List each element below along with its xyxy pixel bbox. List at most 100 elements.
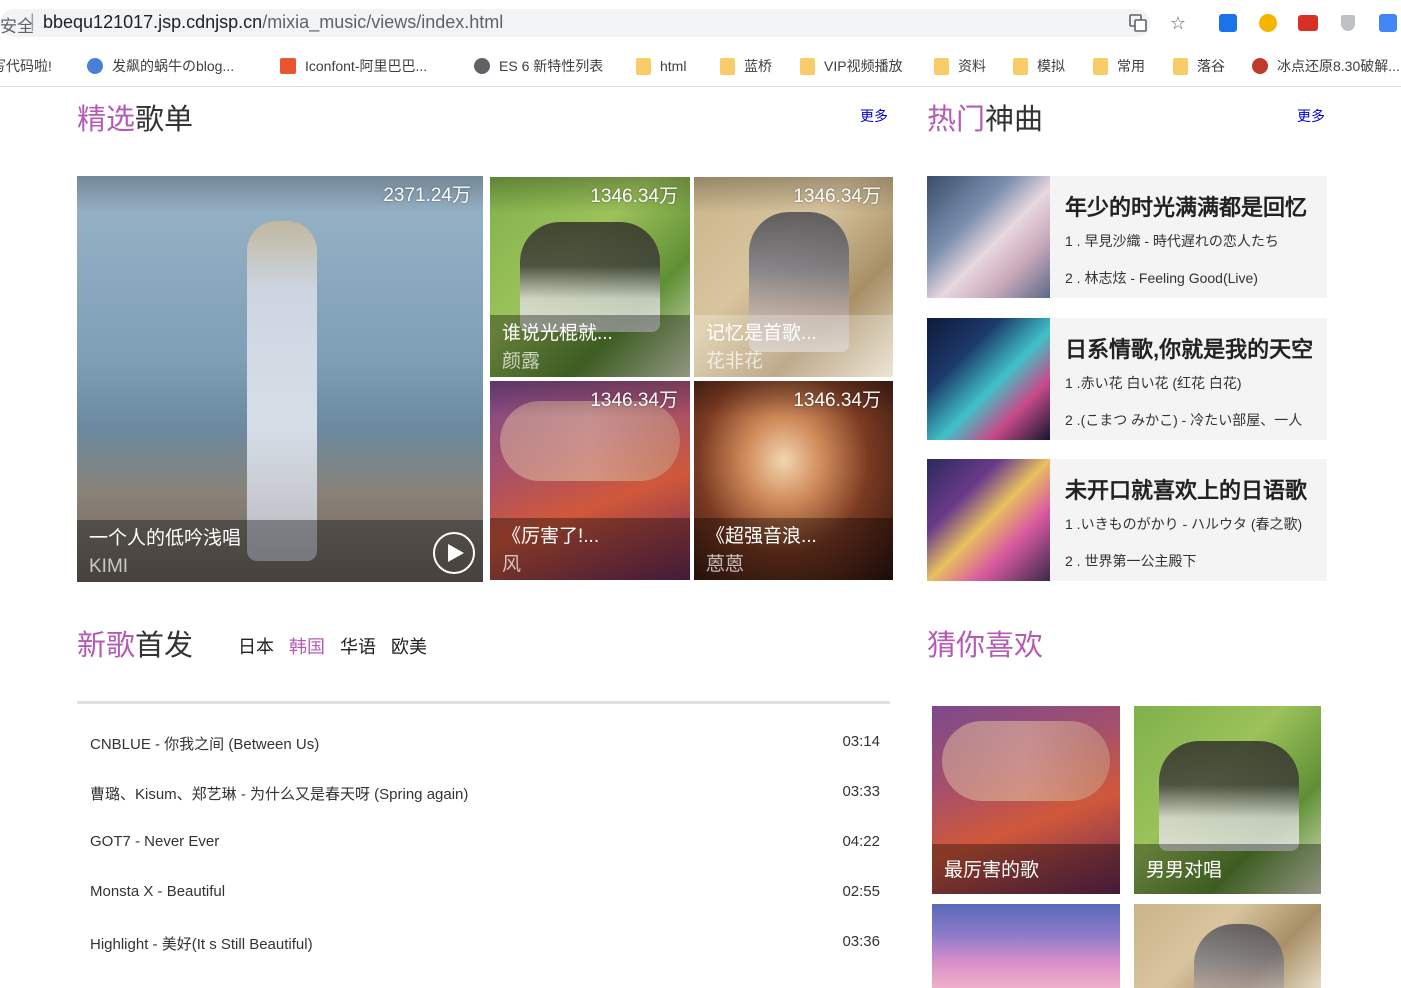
featured-more-link[interactable]: 更多 bbox=[860, 106, 888, 126]
song-duration: 02:55 bbox=[842, 883, 880, 900]
featured-tile[interactable]: 1346.34万 《厉害了!... 风 bbox=[490, 381, 690, 580]
bookmark-item[interactable]: 冰点还原8.30破解... bbox=[1252, 56, 1400, 76]
hot-item-song[interactable]: 2 . 林志炫 - Feeling Good(Live) bbox=[1065, 268, 1258, 288]
newsongs-title: 新歌首发 bbox=[77, 630, 194, 662]
song-row[interactable]: Monsta X - Beautiful 02:55 bbox=[77, 883, 890, 933]
song-duration: 04:22 bbox=[842, 833, 880, 850]
hot-list-item[interactable]: 未开口就喜欢上的日语歌 1 .いきものがかり - ハルウタ (春之歌) 2 . … bbox=[927, 459, 1327, 581]
bookmark-folder[interactable]: VIP视频播放 bbox=[800, 56, 903, 76]
hot-title: 热门神曲 bbox=[927, 104, 1044, 136]
bookmark-folder[interactable]: html bbox=[636, 56, 686, 76]
featured-tile[interactable]: 1346.34万 记忆是首歌... 花非花 bbox=[694, 177, 893, 377]
bookmark-folder[interactable]: 常用 bbox=[1093, 56, 1145, 76]
song-title: CNBLUE - 你我之间 (Between Us) bbox=[90, 736, 320, 753]
site-icon bbox=[1252, 58, 1268, 74]
play-count: 1346.34万 bbox=[793, 186, 881, 207]
security-label: 安全 bbox=[0, 17, 34, 36]
recommend-cover bbox=[932, 904, 1120, 988]
url-separator: | bbox=[30, 11, 35, 31]
song-row[interactable]: Highlight - 美好(It s Still Beautiful) 03:3… bbox=[77, 933, 890, 983]
extension-shield-icon[interactable] bbox=[1337, 12, 1359, 34]
tab-western[interactable]: 欧美 bbox=[391, 637, 427, 657]
featured-tile[interactable]: 1346.34万 《超强音浪... 蒽蒽 bbox=[694, 381, 893, 580]
translate-icon[interactable] bbox=[1127, 12, 1149, 34]
hot-item-title: 未开口就喜欢上的日语歌 bbox=[1065, 478, 1308, 503]
playlist-name: 《超强音浪... bbox=[706, 526, 817, 547]
hot-thumbnail bbox=[927, 459, 1050, 581]
song-row[interactable]: GOT7 - Never Ever 04:22 bbox=[77, 833, 890, 883]
bookmark-item[interactable]: ES 6 新特性列表 bbox=[474, 56, 603, 76]
featured-main-tile[interactable]: 2371.24万 一个人的低吟浅唱 KIMI bbox=[77, 176, 483, 582]
hot-item-song[interactable]: 1 . 早見沙織 - 時代遅れの恋人たち bbox=[1065, 231, 1279, 251]
playlist-name: 记忆是首歌... bbox=[706, 323, 817, 344]
photo-figure bbox=[247, 221, 317, 561]
hot-thumbnail bbox=[927, 176, 1050, 298]
song-duration: 03:36 bbox=[842, 933, 880, 950]
bookmark-item[interactable]: Iconfont-阿里巴巴... bbox=[280, 56, 427, 76]
hot-item-title: 年少的时光满满都是回忆 bbox=[1065, 195, 1308, 220]
hot-item-song[interactable]: 1 .赤い花 白い花 (红花 白花) bbox=[1065, 373, 1242, 393]
extension-dots-icon[interactable] bbox=[1297, 12, 1319, 34]
playlist-artist: 蒽蒽 bbox=[706, 554, 745, 575]
recommend-name: 最厉害的歌 bbox=[944, 860, 1040, 881]
play-count: 1346.34万 bbox=[590, 186, 678, 207]
recommend-tile[interactable] bbox=[1134, 904, 1321, 988]
song-row[interactable]: CNBLUE - 你我之间 (Between Us) 03:14 bbox=[77, 733, 890, 783]
song-title: Highlight - 美好(It s Still Beautiful) bbox=[90, 936, 313, 953]
recommend-name: 男男对唱 bbox=[1146, 860, 1223, 881]
hot-item-title: 日系情歌,你就是我的天空 bbox=[1065, 337, 1314, 362]
bookmark-item[interactable]: 写代码啦! bbox=[0, 56, 52, 76]
playlist-artist: KIMI bbox=[89, 556, 129, 577]
bookmark-folder[interactable]: 蓝桥 bbox=[720, 56, 772, 76]
playlist-artist: 花非花 bbox=[706, 351, 764, 372]
playlist-name: 谁说光棍就... bbox=[502, 323, 613, 344]
hot-item-song[interactable]: 2 . 世界第一公主殿下 bbox=[1065, 551, 1196, 571]
tab-japan[interactable]: 日本 bbox=[238, 637, 274, 657]
playlist-artist: 颜露 bbox=[502, 351, 541, 372]
tab-chinese[interactable]: 华语 bbox=[340, 637, 376, 657]
hot-list-item[interactable]: 年少的时光满满都是回忆 1 . 早見沙織 - 時代遅れの恋人たち 2 . 林志炫… bbox=[927, 176, 1327, 298]
folder-icon bbox=[934, 57, 949, 75]
extension-download-icon[interactable] bbox=[1217, 12, 1239, 34]
hot-list-item[interactable]: 日系情歌,你就是我的天空 1 .赤い花 白い花 (红花 白花) 2 .(こまつ … bbox=[927, 318, 1327, 440]
bookmark-folder[interactable]: 资料 bbox=[934, 56, 986, 76]
folder-icon bbox=[800, 57, 815, 75]
playlist-name: 一个人的低吟浅唱 bbox=[89, 528, 242, 549]
extension-translate-icon[interactable] bbox=[1377, 12, 1399, 34]
song-duration: 03:14 bbox=[842, 733, 880, 750]
song-title: 曹璐、Kisum、郑艺琳 - 为什么又是春天呀 (Spring again) bbox=[90, 786, 469, 803]
guess-title: 猜你喜欢 bbox=[927, 630, 1044, 662]
tab-korea[interactable]: 韩国 bbox=[289, 637, 325, 657]
recommend-tile[interactable] bbox=[932, 904, 1120, 988]
song-title: GOT7 - Never Ever bbox=[90, 833, 220, 850]
site-icon bbox=[87, 58, 103, 74]
play-count: 2371.24万 bbox=[383, 185, 471, 206]
folder-icon bbox=[1173, 57, 1188, 75]
song-row[interactable]: 曹璐、Kisum、郑艺琳 - 为什么又是春天呀 (Spring again) 03… bbox=[77, 783, 890, 833]
extension-loop-icon[interactable] bbox=[1257, 12, 1279, 34]
bookmarks-bar: 写代码啦! 发飙的蜗牛のblog... Iconfont-阿里巴巴... ES … bbox=[0, 46, 1401, 87]
play-icon[interactable] bbox=[433, 532, 475, 574]
bookmark-folder[interactable]: 落谷 bbox=[1173, 56, 1225, 76]
folder-icon bbox=[1013, 57, 1028, 75]
bookmark-folder[interactable]: 模拟 bbox=[1013, 56, 1065, 76]
hot-item-song[interactable]: 1 .いきものがかり - ハルウタ (春之歌) bbox=[1065, 514, 1302, 534]
recommend-tile[interactable]: 男男对唱 bbox=[1134, 706, 1321, 894]
recommend-tile[interactable]: 最厉害的歌 bbox=[932, 706, 1120, 894]
bookmark-item[interactable]: 发飙的蜗牛のblog... bbox=[87, 56, 234, 76]
featured-title: 精选歌单 bbox=[77, 104, 194, 136]
playlist-name: 《厉害了!... bbox=[502, 526, 600, 547]
region-tabs: 日本 韩国 华语 欧美 bbox=[238, 633, 437, 659]
url-text[interactable]: bbequ121017.jsp.cdnjsp.cn/mixia_music/vi… bbox=[43, 12, 503, 33]
browser-address-bar: 安全 | bbequ121017.jsp.cdnjsp.cn/mixia_mus… bbox=[0, 0, 1401, 46]
folder-icon bbox=[636, 57, 651, 75]
playlist-artist: 风 bbox=[502, 554, 522, 575]
featured-tile[interactable]: 1346.34万 谁说光棍就... 颜露 bbox=[490, 177, 690, 377]
hot-more-link[interactable]: 更多 bbox=[1297, 106, 1325, 126]
iconfont-icon bbox=[280, 58, 296, 74]
hot-item-song[interactable]: 2 .(こまつ みかこ) - 冷たい部屋、一人 bbox=[1065, 410, 1302, 430]
song-duration: 03:33 bbox=[842, 783, 880, 800]
song-title: Monsta X - Beautiful bbox=[90, 883, 226, 900]
hot-thumbnail bbox=[927, 318, 1050, 440]
star-icon[interactable]: ☆ bbox=[1167, 12, 1189, 34]
